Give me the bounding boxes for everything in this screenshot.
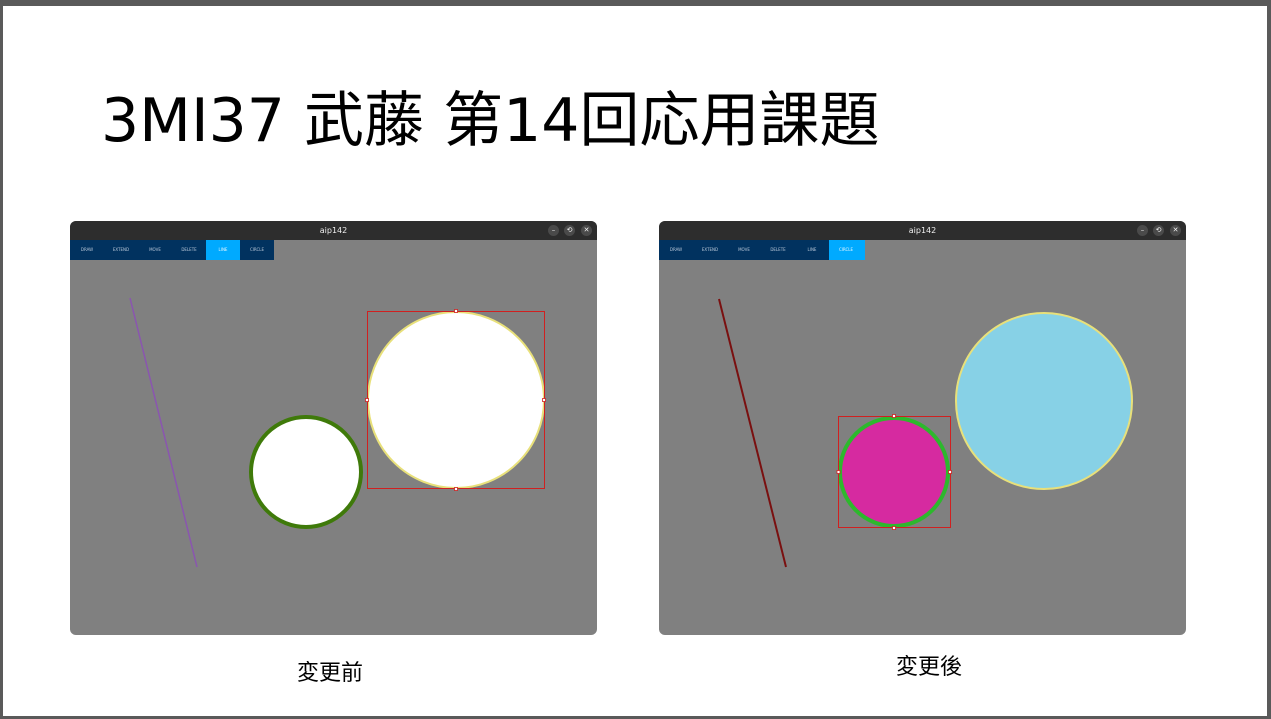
tool-move-button[interactable]: MOVE xyxy=(138,240,172,260)
mode-toolbar: DRAW EXTEND MOVE DELETE LINE CIRCLE xyxy=(659,240,865,260)
tool-line-button[interactable]: LINE xyxy=(795,240,829,260)
selection-handle[interactable] xyxy=(892,414,896,418)
selection-handle[interactable] xyxy=(542,398,546,402)
slide-title: 3MI37 武藤 第14回応用課題 xyxy=(101,86,880,156)
large-circle-shape[interactable] xyxy=(955,312,1133,490)
restore-button[interactable]: ⟲ xyxy=(564,225,575,236)
selection-handle[interactable] xyxy=(454,309,458,313)
minimize-button[interactable]: – xyxy=(1137,225,1148,236)
tool-extend-button[interactable]: EXTEND xyxy=(104,240,138,260)
selection-handle[interactable] xyxy=(892,526,896,530)
tool-circle-button[interactable]: CIRCLE xyxy=(240,240,274,260)
small-circle-shape[interactable] xyxy=(838,416,950,528)
tool-circle-button[interactable]: CIRCLE xyxy=(829,240,863,260)
close-button[interactable]: ✕ xyxy=(1170,225,1181,236)
selection-handle[interactable] xyxy=(365,398,369,402)
large-circle-shape[interactable] xyxy=(367,311,545,489)
selection-handle[interactable] xyxy=(948,470,952,474)
window-title: aip142 xyxy=(908,226,937,235)
caption-after: 変更後 xyxy=(896,655,963,680)
small-circle-shape[interactable] xyxy=(249,415,363,529)
canvas-shapes xyxy=(129,297,546,568)
caption-before: 変更前 xyxy=(297,661,364,686)
tool-delete-button[interactable]: DELETE xyxy=(761,240,795,260)
tool-move-button[interactable]: MOVE xyxy=(727,240,761,260)
drawing-canvas[interactable] xyxy=(659,260,1186,635)
tool-draw-button[interactable]: DRAW xyxy=(70,240,104,260)
window-title: aip142 xyxy=(319,226,348,235)
window-titlebar[interactable]: aip142 – ⟲ ✕ xyxy=(659,221,1186,240)
mode-toolbar: DRAW EXTEND MOVE DELETE LINE CIRCLE xyxy=(70,240,274,260)
tool-line-button[interactable]: LINE xyxy=(206,240,240,260)
tool-extend-button[interactable]: EXTEND xyxy=(693,240,727,260)
line-shape[interactable] xyxy=(129,297,198,568)
drawing-canvas[interactable] xyxy=(70,260,597,635)
app-window-before: aip142 – ⟲ ✕ DRAW EXTEND MOVE DELETE LIN… xyxy=(70,221,597,635)
tool-draw-button[interactable]: DRAW xyxy=(659,240,693,260)
tool-delete-button[interactable]: DELETE xyxy=(172,240,206,260)
minimize-button[interactable]: – xyxy=(548,225,559,236)
restore-button[interactable]: ⟲ xyxy=(1153,225,1164,236)
selection-handle[interactable] xyxy=(836,470,841,474)
window-titlebar[interactable]: aip142 – ⟲ ✕ xyxy=(70,221,597,240)
close-button[interactable]: ✕ xyxy=(581,225,592,236)
selection-handle[interactable] xyxy=(454,487,458,491)
line-shape[interactable] xyxy=(718,298,787,568)
canvas-shapes xyxy=(718,298,1133,568)
app-window-after: aip142 – ⟲ ✕ DRAW EXTEND MOVE DELETE LIN… xyxy=(659,221,1186,635)
